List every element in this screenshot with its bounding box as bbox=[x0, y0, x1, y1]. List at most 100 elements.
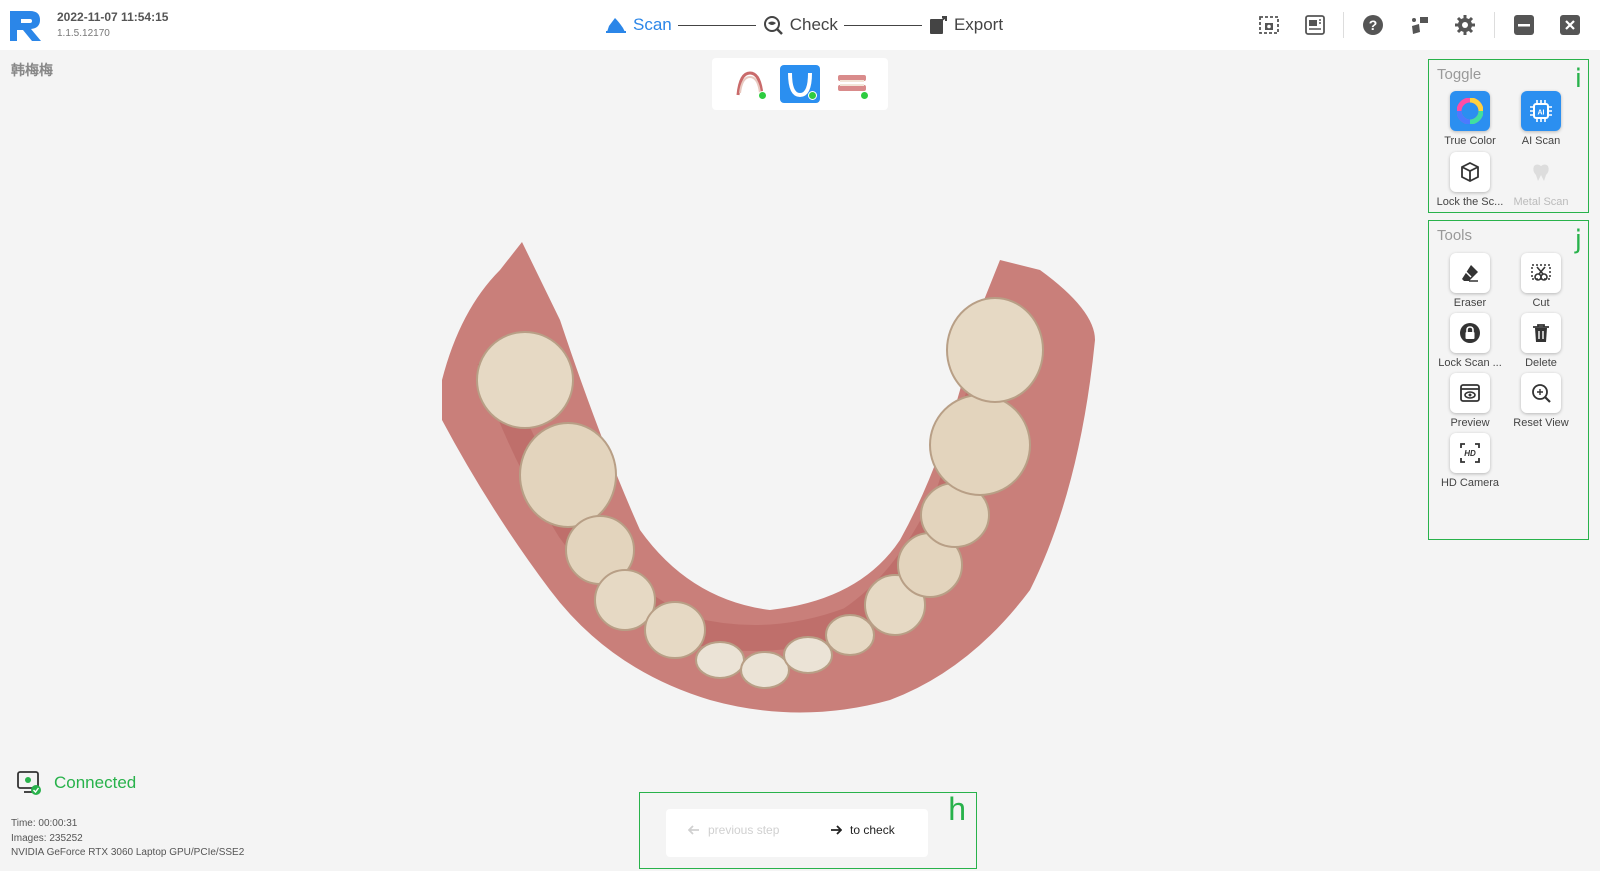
color-wheel-icon bbox=[1457, 98, 1483, 124]
preview-tool[interactable]: Preview bbox=[1435, 373, 1505, 429]
reset-view-icon bbox=[1532, 384, 1551, 403]
tools-panel: Tools j Eraser Cut Lock Scan ... Delete … bbox=[1428, 220, 1589, 540]
lock-scan-tool[interactable]: Lock Scan ... bbox=[1435, 313, 1505, 369]
eraser-icon bbox=[1462, 265, 1478, 282]
delete-button[interactable] bbox=[1521, 313, 1561, 353]
upper-jaw-button[interactable] bbox=[730, 65, 770, 103]
device-icon[interactable] bbox=[1408, 14, 1430, 36]
divider bbox=[1343, 12, 1344, 38]
trash-icon bbox=[1533, 324, 1549, 342]
gpu-info: NVIDIA GeForce RTX 3060 Laptop GPU/PCIe/… bbox=[11, 847, 245, 858]
screenshot-icon[interactable] bbox=[1258, 14, 1280, 36]
ai-scan-toggle[interactable]: AI AI Scan bbox=[1506, 91, 1576, 147]
toggle-panel: Toggle i True Color AI AI Scan Lock the … bbox=[1428, 59, 1589, 213]
reset-view-tool[interactable]: Reset View bbox=[1506, 373, 1576, 429]
lock-icon bbox=[1460, 323, 1480, 343]
eraser-tool[interactable]: Eraser bbox=[1435, 253, 1505, 309]
step-check-label: Check bbox=[789, 15, 838, 34]
cut-icon bbox=[1531, 264, 1551, 281]
lock-scan-area-toggle[interactable]: Lock the Sc... bbox=[1435, 152, 1505, 208]
eraser-button[interactable] bbox=[1450, 253, 1490, 293]
step-navigation: previous step to check h bbox=[639, 791, 977, 869]
metal-scan-toggle: Metal Scan bbox=[1506, 152, 1576, 208]
hd-camera-icon: HD bbox=[1460, 443, 1480, 463]
hd-camera-button[interactable]: HD bbox=[1450, 433, 1490, 473]
metal-scan-button bbox=[1521, 152, 1561, 192]
previous-step-label: previous step bbox=[708, 823, 780, 837]
lock-scan-label: Lock Scan ... bbox=[1438, 357, 1502, 369]
panel-marker: i bbox=[1574, 64, 1582, 94]
version: 1.1.5.12170 bbox=[57, 28, 110, 39]
complete-indicator bbox=[860, 91, 869, 100]
close-icon[interactable] bbox=[1559, 14, 1581, 36]
panel-marker: j bbox=[1574, 225, 1582, 255]
metal-scan-label: Metal Scan bbox=[1513, 196, 1569, 208]
preview-button[interactable] bbox=[1450, 373, 1490, 413]
minimize-icon[interactable] bbox=[1513, 14, 1535, 36]
connection-status: Connected bbox=[54, 773, 137, 792]
jaw-selector bbox=[712, 58, 888, 110]
ai-scan-button[interactable]: AI bbox=[1521, 91, 1561, 131]
step-connector bbox=[843, 24, 922, 26]
cube-icon bbox=[1461, 161, 1479, 183]
step-connector bbox=[677, 24, 756, 26]
delete-label: Delete bbox=[1525, 357, 1557, 369]
navigation-marker: h bbox=[948, 791, 966, 827]
lock-scan-area-label: Lock the Sc... bbox=[1436, 196, 1504, 208]
true-color-label: True Color bbox=[1444, 135, 1496, 147]
scan-icon bbox=[606, 18, 626, 33]
elapsed-time: Time: 00:00:31 bbox=[11, 818, 78, 829]
tools-panel-title: Tools bbox=[1437, 227, 1473, 244]
preview-label: Preview bbox=[1450, 417, 1490, 429]
delete-tool[interactable]: Delete bbox=[1506, 313, 1576, 369]
step-scan-label: Scan bbox=[633, 15, 672, 34]
export-icon bbox=[929, 16, 947, 34]
true-color-button[interactable] bbox=[1450, 91, 1490, 131]
top-bar: 2022-11-07 11:54:15 1.1.5.12170 Scan Che… bbox=[0, 0, 1600, 50]
lower-jaw-button[interactable] bbox=[780, 65, 820, 103]
hd-camera-tool[interactable]: HD HD Camera bbox=[1435, 433, 1505, 489]
scan-model-viewport[interactable] bbox=[430, 230, 1110, 720]
lock-scan-button[interactable] bbox=[1450, 313, 1490, 353]
app-logo-icon bbox=[10, 11, 41, 41]
arrow-right-icon bbox=[831, 825, 842, 835]
cut-button[interactable] bbox=[1521, 253, 1561, 293]
ai-scan-label: AI Scan bbox=[1521, 135, 1561, 147]
preview-icon bbox=[1460, 384, 1480, 402]
divider bbox=[1494, 12, 1495, 38]
settings-icon[interactable] bbox=[1454, 14, 1476, 36]
bite-button[interactable] bbox=[832, 65, 872, 103]
svg-text:HD: HD bbox=[1464, 449, 1476, 458]
step-export-label: Export bbox=[953, 15, 1004, 34]
lock-scan-area-button[interactable] bbox=[1450, 152, 1490, 192]
cut-label: Cut bbox=[1532, 297, 1550, 309]
cut-tool[interactable]: Cut bbox=[1506, 253, 1576, 309]
to-check-label: to check bbox=[850, 823, 895, 837]
complete-indicator bbox=[758, 91, 767, 100]
arrow-left-icon bbox=[688, 825, 699, 835]
svg-text:?: ? bbox=[1369, 17, 1378, 33]
eraser-label: Eraser bbox=[1453, 297, 1487, 309]
complete-indicator bbox=[808, 91, 817, 100]
help-icon[interactable]: ? bbox=[1362, 14, 1384, 36]
workflow-steps: Scan Check Export bbox=[605, 13, 1003, 37]
datetime: 2022-11-07 11:54:15 bbox=[57, 10, 169, 24]
toggle-panel-title: Toggle bbox=[1437, 66, 1482, 83]
connected-icon bbox=[17, 771, 41, 795]
true-color-toggle[interactable]: True Color bbox=[1435, 91, 1505, 147]
step-check[interactable]: Check bbox=[762, 15, 838, 35]
svg-text:AI: AI bbox=[1538, 110, 1545, 117]
reset-view-button[interactable] bbox=[1521, 373, 1561, 413]
reset-view-label: Reset View bbox=[1513, 417, 1569, 429]
image-count: Images: 235252 bbox=[11, 833, 83, 844]
step-scan[interactable]: Scan bbox=[605, 15, 672, 35]
ai-chip-icon: AI bbox=[1530, 100, 1552, 122]
step-export[interactable]: Export bbox=[928, 15, 1003, 35]
check-icon bbox=[763, 16, 783, 35]
hd-camera-label: HD Camera bbox=[1440, 477, 1500, 489]
gallery-icon[interactable] bbox=[1304, 14, 1326, 36]
patient-name: 韩梅梅 bbox=[11, 62, 53, 78]
navigation-buttons: previous step to check bbox=[666, 809, 928, 857]
to-check-button[interactable]: to check bbox=[830, 823, 895, 837]
previous-step-button[interactable]: previous step bbox=[688, 823, 779, 837]
